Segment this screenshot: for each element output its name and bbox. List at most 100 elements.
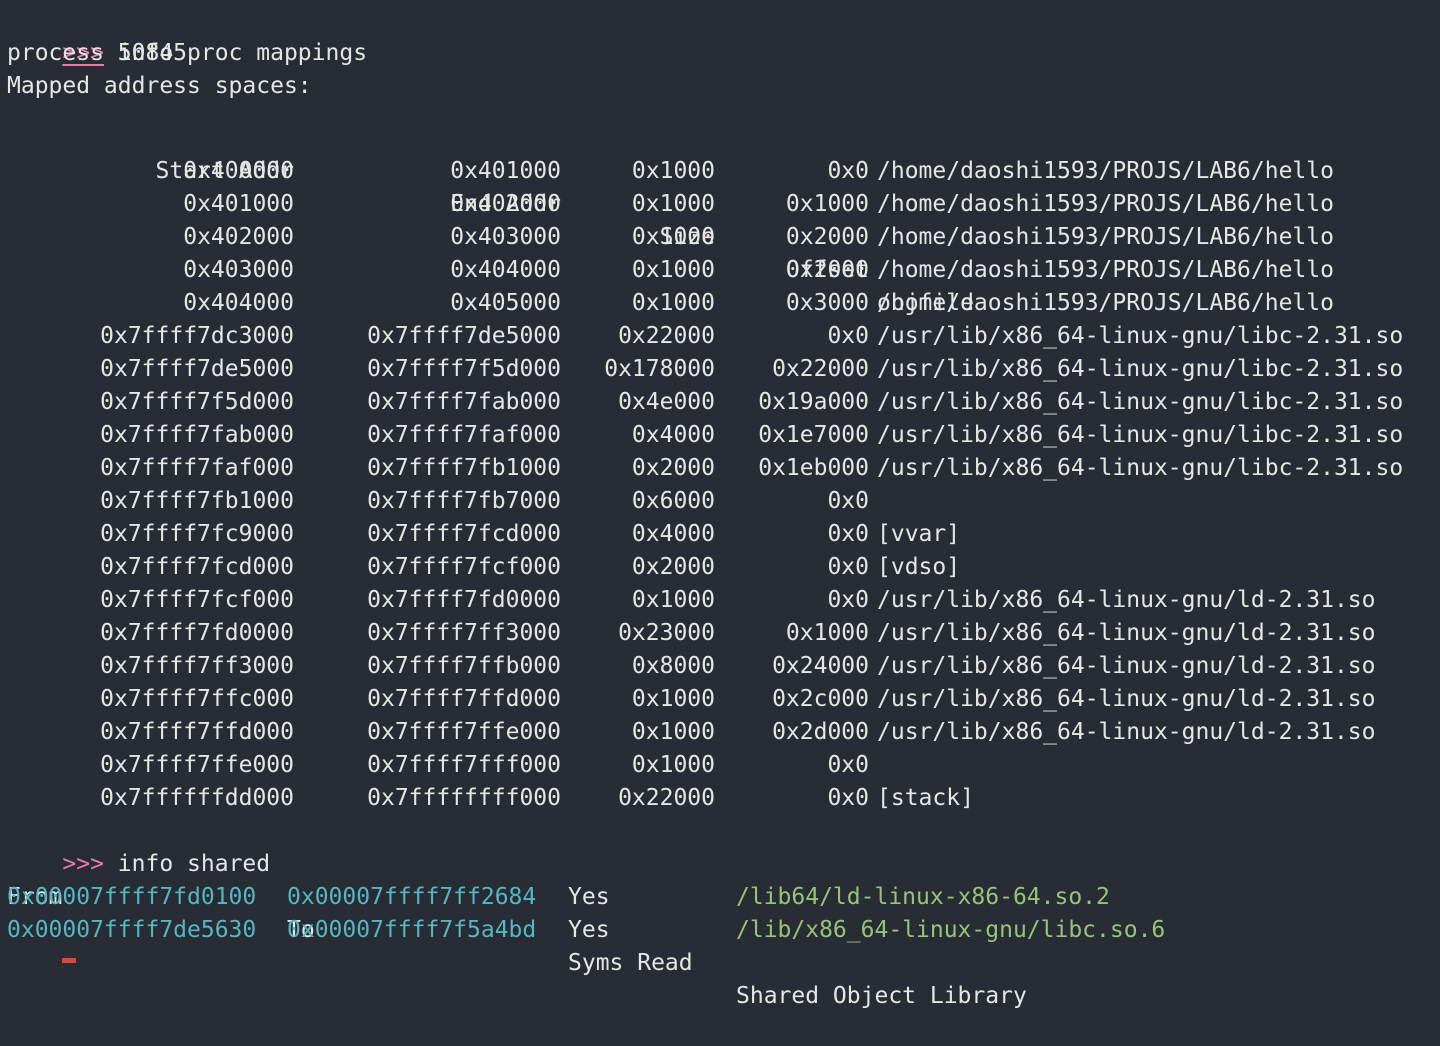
end-addr-cell: 0x401000 — [450, 158, 561, 184]
start-addr-cell: 0x7ffff7ff3000 — [100, 653, 294, 679]
offset-cell: 0x0 — [827, 554, 869, 580]
mapping-row: 0x7ffff7de5000 0x7ffff7f5d000 0x178000 0x22… — [7, 353, 1440, 386]
mapping-row: 0x402000 0x403000 0x1000 0x2000/home/daoshi… — [7, 221, 1440, 254]
process-line: process 50845 — [7, 40, 188, 66]
start-addr-cell: 0x7ffff7fc9000 — [100, 521, 294, 547]
terminal-output[interactable]: >>> info proc mappings process 50845 Map… — [7, 4, 1440, 1009]
end-addr-cell: 0x405000 — [450, 290, 561, 316]
shared-library-row: 0x00007ffff7de5630 0x00007ffff7f5a4bd Yes /… — [7, 914, 1440, 947]
mapping-row: 0x401000 0x402000 0x1000 0x1000/home/daoshi… — [7, 188, 1440, 221]
offset-cell: 0x1e7000 — [758, 422, 869, 448]
offset-cell: 0x2c000 — [772, 686, 869, 712]
objfile-cell: /usr/lib/x86_64-linux-gnu/ld-2.31.so — [877, 587, 1376, 613]
shared-header-row: From To Syms Read Shared Object Library — [7, 848, 1440, 1009]
mapped-line: Mapped address spaces: — [7, 73, 312, 99]
mapping-row: 0x7ffff7ffc000 0x7ffff7ffd000 0x1000 0x2c00… — [7, 683, 1440, 716]
offset-cell: 0x22000 — [772, 356, 869, 382]
size-cell: 0x6000 — [631, 488, 715, 514]
size-cell: 0x1000 — [631, 224, 715, 250]
size-cell: 0x23000 — [618, 620, 715, 646]
size-cell: 0x2000 — [631, 455, 715, 481]
size-cell: 0x2000 — [631, 554, 715, 580]
size-cell: 0x1000 — [631, 587, 715, 613]
offset-cell: 0x0 — [827, 785, 869, 811]
end-addr-cell: 0x7ffff7fff000 — [367, 752, 561, 778]
objfile-cell: /usr/lib/x86_64-linux-gnu/libc-2.31.so — [877, 422, 1404, 448]
objfile-cell: [vdso] — [877, 554, 961, 580]
mapping-row: 0x7ffff7fcf000 0x7ffff7fd0000 0x1000 0x0/us… — [7, 584, 1440, 617]
objfile-cell: [stack] — [877, 785, 974, 811]
start-addr-cell: 0x7ffffffdd000 — [100, 785, 294, 811]
mapping-row: 0x7ffff7dc3000 0x7ffff7de5000 0x22000 0x0/u… — [7, 320, 1440, 353]
objfile-cell: /usr/lib/x86_64-linux-gnu/ld-2.31.so — [877, 620, 1376, 646]
library-path-cell: /lib/x86_64-linux-gnu/libc.so.6 — [736, 917, 1166, 943]
offset-cell: 0x24000 — [772, 653, 869, 679]
objfile-cell: /usr/lib/x86_64-linux-gnu/libc-2.31.so — [877, 389, 1404, 415]
mapping-row: 0x7ffff7fab000 0x7ffff7faf000 0x4000 0x1e70… — [7, 419, 1440, 452]
objfile-cell: [vvar] — [877, 521, 961, 547]
mapping-row: 0x7ffffffdd000 0x7ffffffff000 0x22000 0x0 [s… — [7, 782, 1440, 815]
mapping-row: 0x7ffff7fb1000 0x7ffff7fb7000 0x6000 0x0 — [7, 485, 1440, 518]
start-addr-cell: 0x402000 — [183, 224, 294, 250]
start-addr-cell: 0x7ffff7f5d000 — [100, 389, 294, 415]
objfile-cell: /home/daoshi1593/PROJS/LAB6/hello — [877, 191, 1334, 217]
objfile-cell: /home/daoshi1593/PROJS/LAB6/hello — [877, 290, 1334, 316]
offset-cell: 0x1eb000 — [758, 455, 869, 481]
header-shared-object-library: Shared Object Library — [736, 983, 1027, 1009]
mapping-row: 0x7ffff7ff3000 0x7ffff7ffb000 0x8000 0x2400… — [7, 650, 1440, 683]
end-addr-cell: 0x7ffff7ffb000 — [367, 653, 561, 679]
header-syms-read: Syms Read — [568, 950, 693, 976]
offset-cell: 0x0 — [827, 521, 869, 547]
start-addr-cell: 0x7ffff7dc3000 — [100, 323, 294, 349]
library-path-cell: /lib64/ld-linux-x86-64.so.2 — [736, 884, 1110, 910]
mapping-row: 0x7ffff7fcd000 0x7ffff7fcf000 0x2000 0x0 [vd… — [7, 551, 1440, 584]
objfile-cell: /usr/lib/x86_64-linux-gnu/ld-2.31.so — [877, 719, 1376, 745]
size-cell: 0x178000 — [604, 356, 715, 382]
offset-cell: 0x2000 — [785, 257, 869, 283]
objfile-cell: /usr/lib/x86_64-linux-gnu/libc-2.31.so — [877, 356, 1404, 382]
end-addr-cell: 0x7ffff7f5d000 — [367, 356, 561, 382]
size-cell: 0x1000 — [631, 191, 715, 217]
size-cell: 0x4e000 — [618, 389, 715, 415]
size-cell: 0x1000 — [631, 686, 715, 712]
mapping-row: 0x7ffff7f5d000 0x7ffff7fab000 0x4e000 0x19a… — [7, 386, 1440, 419]
to-addr-cell: 0x00007ffff7ff2684 — [287, 884, 537, 910]
end-addr-cell: 0x7ffff7fcf000 — [367, 554, 561, 580]
objfile-cell: /usr/lib/x86_64-linux-gnu/libc-2.31.so — [877, 323, 1404, 349]
size-cell: 0x1000 — [631, 257, 715, 283]
start-addr-cell: 0x7ffff7ffe000 — [100, 752, 294, 778]
objfile-cell: /usr/lib/x86_64-linux-gnu/ld-2.31.so — [877, 686, 1376, 712]
start-addr-cell: 0x7ffff7fcf000 — [100, 587, 294, 613]
syms-read-cell: Yes — [568, 884, 610, 910]
start-addr-cell: 0x7ffff7fcd000 — [100, 554, 294, 580]
start-addr-cell: 0x7ffff7faf000 — [100, 455, 294, 481]
offset-cell: 0x1000 — [785, 620, 869, 646]
objfile-cell: /home/daoshi1593/PROJS/LAB6/hello — [877, 224, 1334, 250]
syms-read-cell: Yes — [568, 917, 610, 943]
terminal-cursor — [62, 958, 76, 963]
mapping-row: 0x7ffff7fd0000 0x7ffff7ff3000 0x23000 0x100… — [7, 617, 1440, 650]
size-cell: 0x4000 — [631, 521, 715, 547]
mapping-row: 0x404000 0x405000 0x1000 0x3000/home/daoshi… — [7, 287, 1440, 320]
size-cell: 0x22000 — [618, 785, 715, 811]
mapping-row: 0x400000 0x401000 0x1000 0x0/home/daoshi159… — [7, 155, 1440, 188]
end-addr-cell: 0x7ffffffff000 — [367, 785, 561, 811]
objfile-cell: /home/daoshi1593/PROJS/LAB6/hello — [877, 158, 1334, 184]
end-addr-cell: 0x7ffff7ff3000 — [367, 620, 561, 646]
end-addr-cell: 0x7ffff7fd0000 — [367, 587, 561, 613]
mapping-row: 0x7ffff7ffd000 0x7ffff7ffe000 0x1000 0x2d00… — [7, 716, 1440, 749]
end-addr-cell: 0x7ffff7ffe000 — [367, 719, 561, 745]
start-addr-cell: 0x7ffff7fb1000 — [100, 488, 294, 514]
objfile-cell: /usr/lib/x86_64-linux-gnu/libc-2.31.so — [877, 455, 1404, 481]
start-addr-cell: 0x7ffff7fd0000 — [100, 620, 294, 646]
size-cell: 0x1000 — [631, 719, 715, 745]
offset-cell: 0x2000 — [785, 224, 869, 250]
start-addr-cell: 0x7ffff7ffd000 — [100, 719, 294, 745]
mapping-row: 0x403000 0x404000 0x1000 0x2000/home/daoshi… — [7, 254, 1440, 287]
end-addr-cell: 0x7ffff7de5000 — [367, 323, 561, 349]
objfile-cell: /home/daoshi1593/PROJS/LAB6/hello — [877, 257, 1334, 283]
end-addr-cell: 0x7ffff7faf000 — [367, 422, 561, 448]
size-cell: 0x22000 — [618, 323, 715, 349]
size-cell: 0x1000 — [631, 158, 715, 184]
